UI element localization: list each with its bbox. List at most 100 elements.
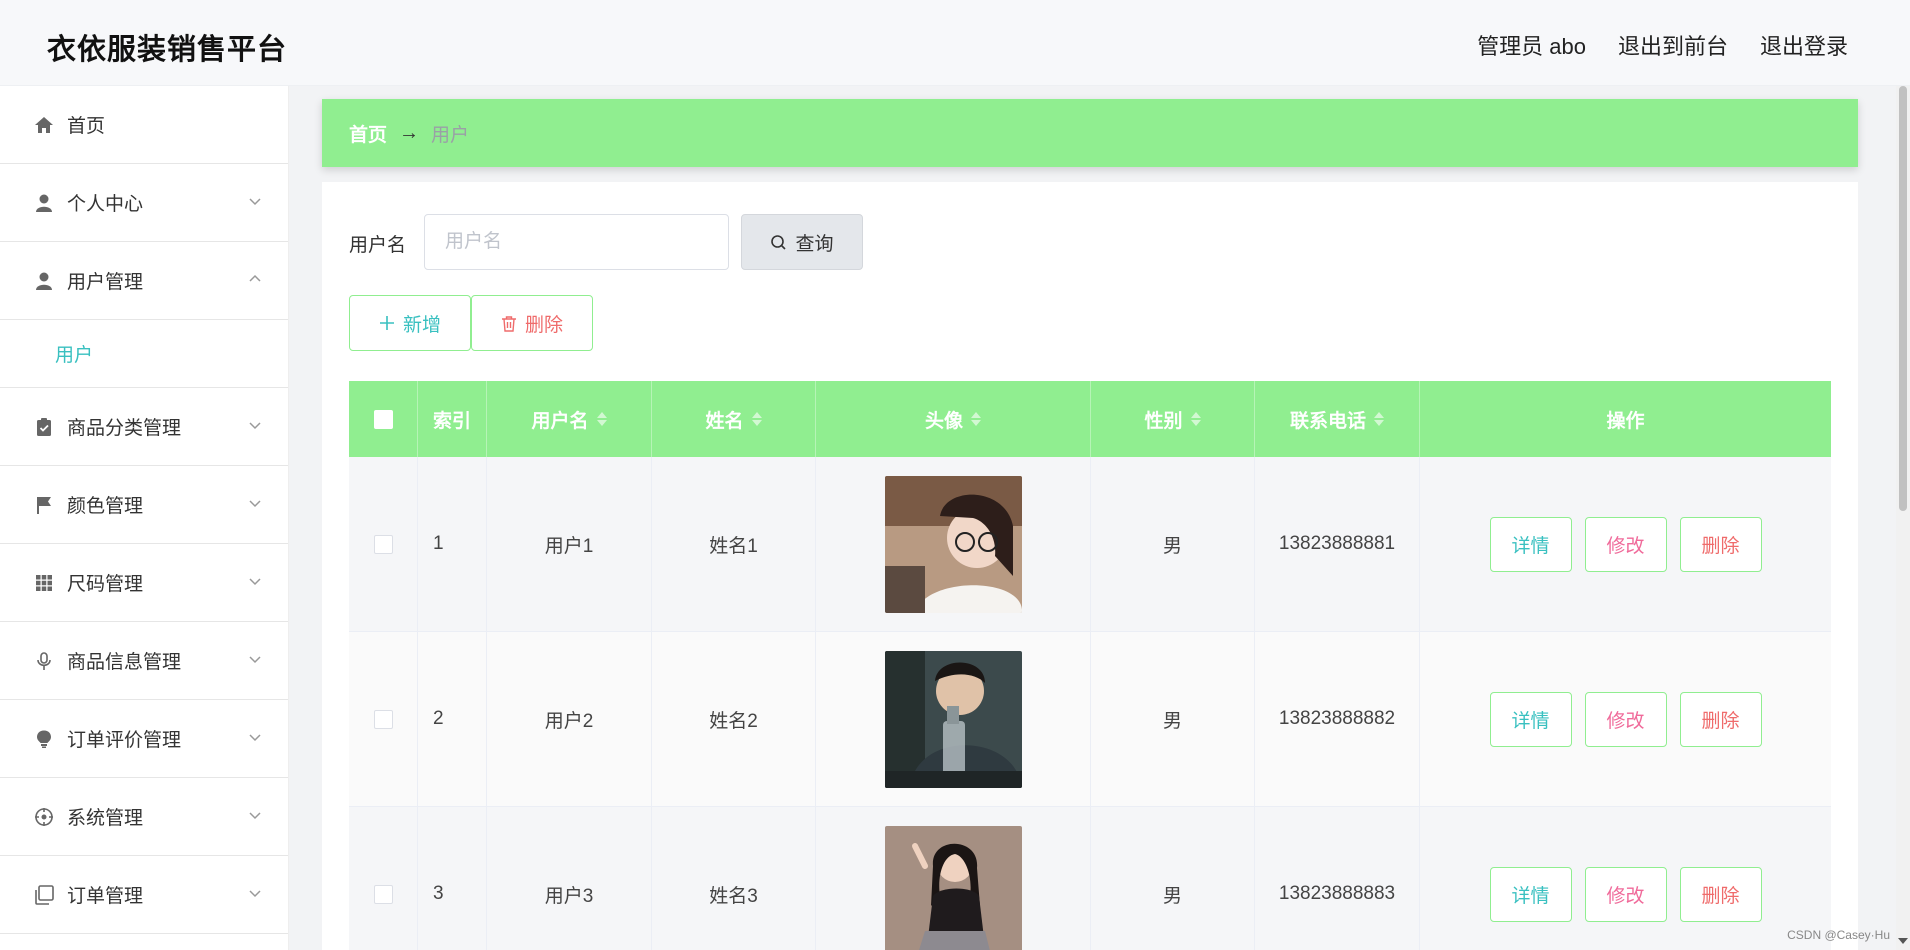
chevron-up-icon: [249, 274, 261, 282]
sort-icon[interactable]: [751, 412, 762, 426]
chevron-down-icon: [249, 656, 261, 664]
delete-button-label: 删除: [524, 314, 563, 336]
avatar[interactable]: [884, 475, 1022, 613]
row-checkbox[interactable]: [373, 534, 393, 554]
sidebar-item-label: 颜色管理: [67, 496, 144, 517]
header-gender[interactable]: 性别: [1091, 381, 1255, 457]
delete-button[interactable]: 删除: [1679, 866, 1762, 922]
sidebar-item-label: 尺码管理: [67, 574, 144, 595]
avatar-cell: [816, 457, 1091, 631]
scroll-down-arrow-icon[interactable]: [1898, 938, 1908, 944]
sidebar-item-color-management[interactable]: 颜色管理: [0, 466, 288, 544]
content-panel: 用户名 查询 新增 删除 索引 用户名 姓名 头像 性别 联系电话 操作: [322, 182, 1858, 950]
top-links: 管理员 abo 退出到前台 退出登录: [1477, 29, 1848, 61]
chevron-down-icon: [249, 734, 261, 742]
sidebar-subitem-users[interactable]: 用户: [0, 320, 288, 388]
chevron-down-icon: [249, 578, 261, 586]
sort-icon[interactable]: [971, 412, 981, 426]
header-label: 操作: [1606, 410, 1645, 432]
add-button-label: 新增: [402, 314, 441, 336]
avatar[interactable]: [884, 825, 1022, 950]
table-header: 索引 用户名 姓名 头像 性别 联系电话 操作: [349, 381, 1831, 457]
index-cell: 2: [418, 632, 487, 806]
sidebar-item-product-info-management[interactable]: 商品信息管理: [0, 622, 288, 700]
user-icon: [33, 270, 55, 292]
sidebar-item-label: 商品分类管理: [67, 418, 182, 439]
header-label: 姓名: [705, 410, 744, 432]
header-phone[interactable]: 联系电话: [1255, 381, 1420, 457]
exit-to-frontend-link[interactable]: 退出到前台: [1618, 29, 1728, 61]
header-avatar[interactable]: 头像: [816, 381, 1091, 457]
sidebar-item-system-management[interactable]: 系统管理: [0, 778, 288, 856]
page-scrollbar[interactable]: [1896, 86, 1910, 950]
gender-cell: 男: [1091, 807, 1255, 950]
sort-icon[interactable]: [1190, 412, 1201, 426]
edit-button[interactable]: 修改: [1584, 516, 1667, 572]
sort-icon[interactable]: [1374, 412, 1384, 426]
avatar[interactable]: [884, 650, 1022, 788]
search-label: 用户名: [349, 235, 407, 256]
index-cell: 1: [418, 457, 487, 631]
bulb-icon: [33, 728, 55, 750]
actions-cell: 详情 修改 删除: [1420, 457, 1831, 631]
users-table: 索引 用户名 姓名 头像 性别 联系电话 操作 1 用户1 姓名1 男 1382…: [349, 381, 1831, 950]
admin-user-link[interactable]: 管理员 abo: [1477, 29, 1586, 61]
actions-cell: 详情 修改 删除: [1420, 807, 1831, 950]
sidebar-item-label: 个人中心: [67, 194, 144, 215]
row-checkbox[interactable]: [373, 884, 393, 904]
delete-button[interactable]: 删除: [1679, 691, 1762, 747]
sidebar-item-home[interactable]: 首页: [0, 86, 288, 164]
detail-button[interactable]: 详情: [1489, 866, 1572, 922]
sidebar-item-label: 首页: [67, 116, 106, 137]
sidebar-item-user-management[interactable]: 用户管理: [0, 242, 288, 320]
sort-icon[interactable]: [596, 412, 607, 426]
header-label: 索引: [432, 410, 471, 432]
main-content: 首页 → 用户 用户名 查询 新增 删除 索引 用户名 姓名 头像 性别: [289, 86, 1910, 950]
logout-link[interactable]: 退出登录: [1760, 29, 1848, 61]
sidebar-item-category-management[interactable]: 商品分类管理: [0, 388, 288, 466]
edit-button[interactable]: 修改: [1584, 866, 1667, 922]
delete-button[interactable]: 删除: [1679, 516, 1762, 572]
detail-button[interactable]: 详情: [1489, 691, 1572, 747]
sidebar-item-personal-center[interactable]: 个人中心: [0, 164, 288, 242]
actions-cell: 详情 修改 删除: [1420, 632, 1831, 806]
header-label: 联系电话: [1289, 410, 1366, 432]
clipboard-check-icon: [33, 416, 55, 438]
add-button[interactable]: 新增: [349, 295, 471, 351]
table-row: 3 用户3 姓名3 男 13823888883 详情 修改 删除: [349, 807, 1831, 950]
copy-icon: [33, 884, 55, 906]
edit-button[interactable]: 修改: [1584, 691, 1667, 747]
name-cell: 姓名2: [652, 632, 816, 806]
row-checkbox-cell: [349, 807, 418, 950]
microphone-icon: [33, 650, 55, 672]
sidebar-item-order-review-management[interactable]: 订单评价管理: [0, 700, 288, 778]
sidebar: 首页 个人中心 用户管理 用户 商品分类管理 颜色管理 尺码管理 商品信息管理 …: [0, 86, 289, 950]
avatar-cell: [816, 807, 1091, 950]
breadcrumb: 首页 → 用户: [322, 99, 1858, 167]
sidebar-item-order-management[interactable]: 订单管理: [0, 856, 288, 934]
chevron-down-icon: [249, 500, 261, 508]
grid-icon: [33, 572, 55, 594]
header-select-all-cell: [349, 381, 418, 457]
select-all-checkbox[interactable]: [373, 409, 393, 429]
chevron-down-icon: [249, 812, 261, 820]
scrollbar-thumb[interactable]: [1899, 86, 1907, 511]
detail-button[interactable]: 详情: [1489, 516, 1572, 572]
person-icon: [33, 192, 55, 214]
search-input[interactable]: [424, 214, 729, 270]
breadcrumb-separator: →: [399, 121, 420, 144]
phone-cell: 13823888882: [1255, 632, 1420, 806]
header-name[interactable]: 姓名: [652, 381, 816, 457]
header-label: 头像: [924, 410, 963, 432]
username-cell: 用户3: [487, 807, 652, 950]
watermark: CSDN @Casey·Hu: [1787, 928, 1890, 942]
row-checkbox[interactable]: [373, 709, 393, 729]
plus-icon: [379, 316, 394, 330]
breadcrumb-home[interactable]: 首页: [349, 120, 387, 147]
sidebar-item-label: 用户管理: [67, 272, 144, 293]
batch-delete-button[interactable]: 删除: [471, 295, 593, 351]
search-button-label: 查询: [795, 233, 834, 255]
sidebar-item-size-management[interactable]: 尺码管理: [0, 544, 288, 622]
search-button[interactable]: 查询: [741, 214, 863, 270]
header-username[interactable]: 用户名: [487, 381, 652, 457]
